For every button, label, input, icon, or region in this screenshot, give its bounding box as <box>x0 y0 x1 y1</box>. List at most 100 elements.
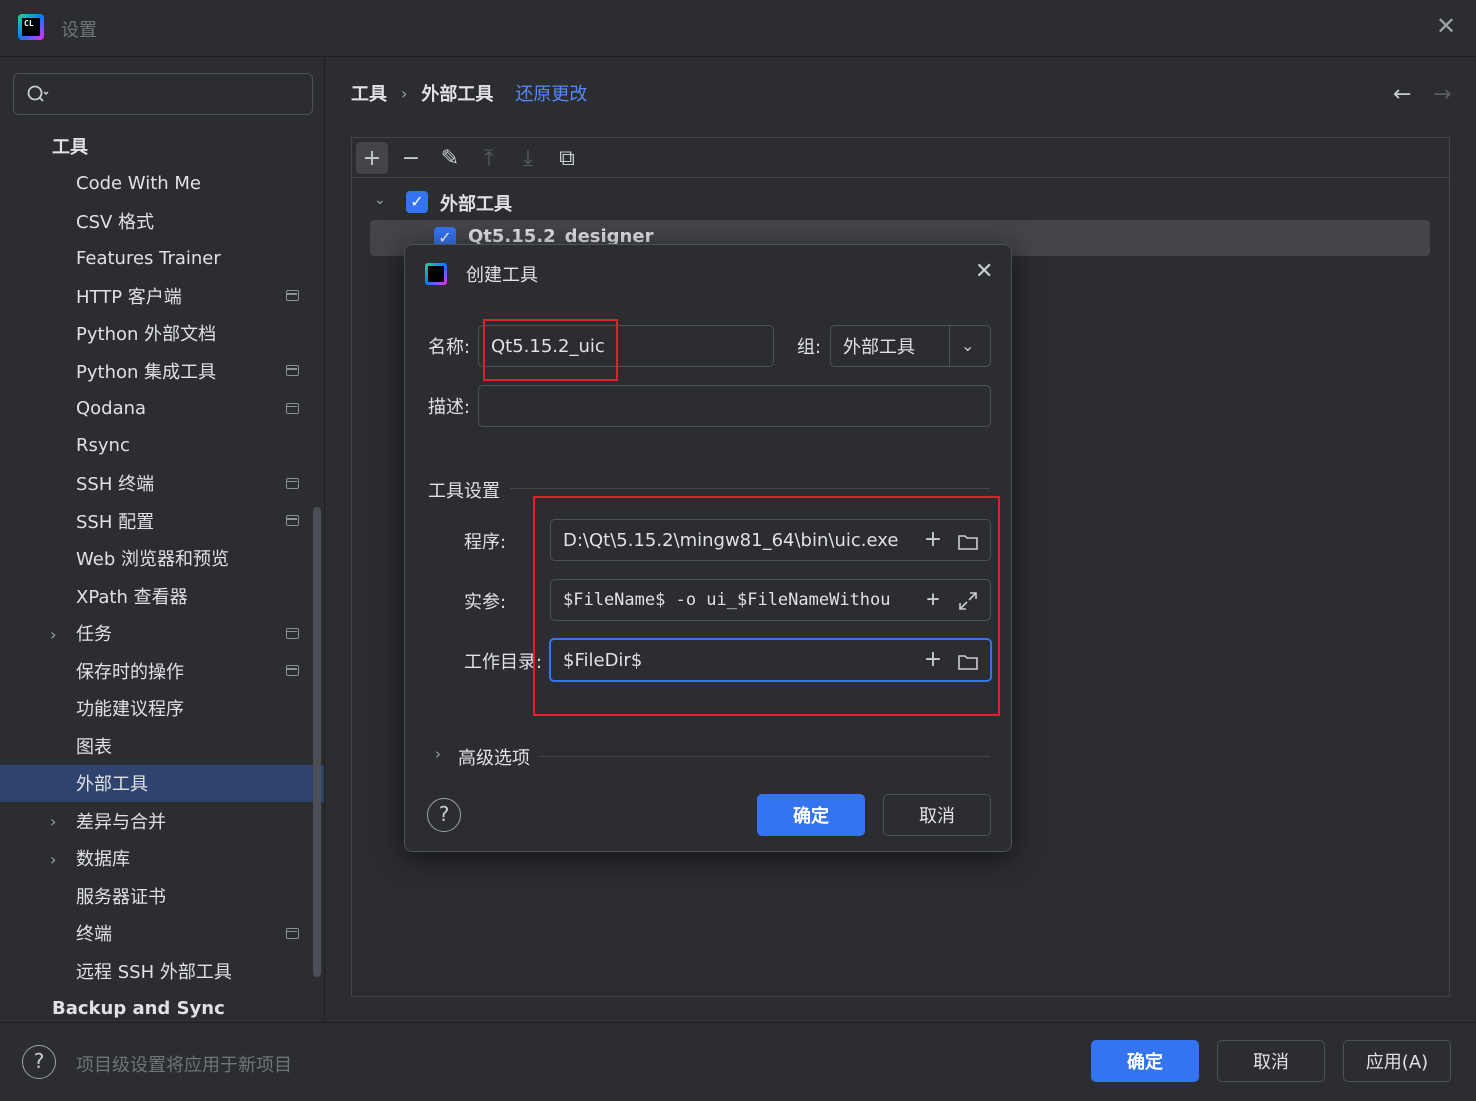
group-checkbox[interactable]: ✓ <box>406 191 428 213</box>
project-level-icon <box>286 665 299 676</box>
tool-settings-title: 工具设置 <box>428 481 500 502</box>
sidebar-item[interactable]: SSH 配置 <box>0 502 324 539</box>
dialog-ok-button[interactable]: 确定 <box>757 794 865 836</box>
sidebar-item-label: Rsync <box>76 435 130 456</box>
sidebar-item-label: Code With Me <box>76 172 201 194</box>
back-arrow-icon[interactable]: ← <box>1393 82 1411 107</box>
sidebar-item[interactable]: 远程 SSH 外部工具 <box>0 952 324 989</box>
revert-changes-link[interactable]: 还原更改 <box>515 80 587 106</box>
sidebar-item[interactable]: › 任务 <box>0 615 324 652</box>
sidebar-item[interactable]: 保存时的操作 <box>0 652 324 689</box>
dialog-title: 创建工具 <box>466 265 538 286</box>
edit-tool-icon[interactable]: ✎ <box>434 142 466 174</box>
sidebar-item-label: Python 外部文档 <box>76 324 217 345</box>
description-label: 描述: <box>428 397 471 418</box>
combo-separator <box>949 326 950 366</box>
advanced-divider <box>540 756 990 757</box>
sidebar-item-label: 外部工具 <box>76 774 148 795</box>
help-icon[interactable]: ? <box>427 798 461 832</box>
move-down-icon[interactable]: ⤓ <box>512 142 544 174</box>
tools-toolbar: + − ✎ ⤒ ⤓ ⧉ <box>352 138 1449 178</box>
highlight-box-name <box>483 319 618 381</box>
chevron-right-icon[interactable]: › <box>50 850 62 869</box>
dialog-cancel-button[interactable]: 取消 <box>883 794 991 836</box>
breadcrumb-separator-icon: › <box>401 83 408 103</box>
sidebar-item-label: Python 集成工具 <box>76 361 217 383</box>
sidebar-item-label: CSV 格式 <box>76 211 155 233</box>
group-label: 组: <box>797 337 822 358</box>
arguments-label: 实参: <box>464 592 507 613</box>
settings-cancel-button[interactable]: 取消 <box>1217 1040 1325 1082</box>
sidebar-item[interactable]: HTTP 客户端 <box>0 277 324 314</box>
sidebar-item[interactable]: Python 外部文档 <box>0 315 324 352</box>
help-icon[interactable]: ? <box>22 1045 56 1079</box>
clion-logo-icon <box>425 263 447 285</box>
copy-tool-icon[interactable]: ⧉ <box>551 142 583 174</box>
sidebar-item-label: SSH 终端 <box>76 474 155 495</box>
sidebar-item[interactable]: 功能建议程序 <box>0 690 324 727</box>
sidebar-item[interactable]: › 数据库 <box>0 840 324 877</box>
tree-group-row[interactable]: ⌄ ✓ 外部工具 <box>370 184 1430 220</box>
dialog-close-icon[interactable]: ✕ <box>975 259 993 284</box>
sidebar-item-label: 差异与合并 <box>76 811 166 833</box>
settings-ok-button[interactable]: 确定 <box>1091 1040 1199 1082</box>
sidebar-item-label: SSH 配置 <box>76 511 155 533</box>
sidebar-item-label: 数据库 <box>76 849 130 870</box>
sidebar-item-label: HTTP 客户端 <box>76 286 182 308</box>
breadcrumb-current: 外部工具 <box>421 84 494 105</box>
sidebar-item-label: Web 浏览器和预览 <box>76 549 229 570</box>
section-divider <box>510 488 990 489</box>
sidebar-scrollbar[interactable] <box>313 507 321 977</box>
settings-search-input[interactable] <box>13 73 313 115</box>
sidebar-item[interactable]: 终端 <box>0 915 324 952</box>
breadcrumb-parent[interactable]: 工具 <box>351 80 387 106</box>
sidebar-item-label: Qodana <box>76 397 147 419</box>
sidebar-item[interactable]: Qodana <box>0 390 324 427</box>
settings-apply-button[interactable]: 应用(A) <box>1343 1040 1451 1082</box>
sidebar-item[interactable]: Rsync <box>0 427 324 464</box>
sidebar-item-label: 工具 <box>52 136 88 158</box>
chevron-down-icon[interactable]: ⌄ <box>374 192 386 208</box>
title-bar: CL 设置 ✕ <box>0 0 1476 56</box>
sidebar-item[interactable]: 外部工具 <box>0 764 324 802</box>
project-level-icon <box>286 627 299 639</box>
clion-logo-icon: CL <box>18 14 44 40</box>
chevron-right-icon[interactable]: › <box>50 812 62 831</box>
sidebar-item[interactable]: › 差异与合并 <box>0 802 324 839</box>
sidebar-item[interactable]: CSV 格式 <box>0 202 324 239</box>
sidebar-item[interactable]: 工具 <box>0 127 324 164</box>
footer-hint: 项目级设置将应用于新项目 <box>76 1055 292 1076</box>
project-level-icon <box>286 290 299 301</box>
sidebar-item[interactable]: Web 浏览器和预览 <box>0 540 324 577</box>
sidebar-item-label: XPath 查看器 <box>76 586 188 608</box>
project-level-icon <box>286 477 299 489</box>
sidebar-item[interactable]: XPath 查看器 <box>0 577 324 614</box>
highlight-box-settings <box>533 496 1000 716</box>
move-up-icon[interactable]: ⤒ <box>473 142 505 174</box>
sidebar-item[interactable]: Backup and Sync <box>0 990 324 1027</box>
sidebar-item[interactable]: 服务器证书 <box>0 877 324 914</box>
group-combobox[interactable]: 外部工具 ⌄ <box>830 325 991 367</box>
sidebar-item-label: 图表 <box>76 736 112 758</box>
sidebar-item[interactable]: Code With Me <box>0 165 324 202</box>
sidebar-item[interactable]: 图表 <box>0 727 324 764</box>
settings-sidebar: 工具 Code With Me CSV 格式 Features Trainer HTTP… <box>0 57 325 1022</box>
create-tool-dialog: 创建工具 ✕ 名称: Qt5.15.2_uic 组: 外部工具 ⌄ 描述: 工具… <box>404 244 1012 852</box>
description-input[interactable] <box>478 385 991 427</box>
chevron-right-icon[interactable]: › <box>435 745 441 763</box>
advanced-options-toggle[interactable]: 高级选项 <box>458 744 530 770</box>
window-close-button[interactable]: ✕ <box>1434 14 1458 38</box>
chevron-right-icon[interactable]: › <box>50 625 62 644</box>
group-value: 外部工具 <box>843 337 915 358</box>
search-icon <box>27 85 49 102</box>
remove-tool-icon[interactable]: − <box>395 142 427 174</box>
add-tool-icon[interactable]: + <box>356 142 388 174</box>
sidebar-item-label: Backup and Sync <box>52 997 225 1019</box>
chevron-down-icon[interactable]: ⌄ <box>961 336 974 355</box>
sidebar-item-label: 功能建议程序 <box>76 699 184 720</box>
sidebar-item[interactable]: Features Trainer <box>0 240 324 277</box>
sidebar-item[interactable]: Python 集成工具 <box>0 352 324 389</box>
sidebar-item[interactable]: SSH 终端 <box>0 465 324 502</box>
tree-group-label: 外部工具 <box>440 194 512 215</box>
forward-arrow-icon[interactable]: → <box>1433 82 1451 107</box>
